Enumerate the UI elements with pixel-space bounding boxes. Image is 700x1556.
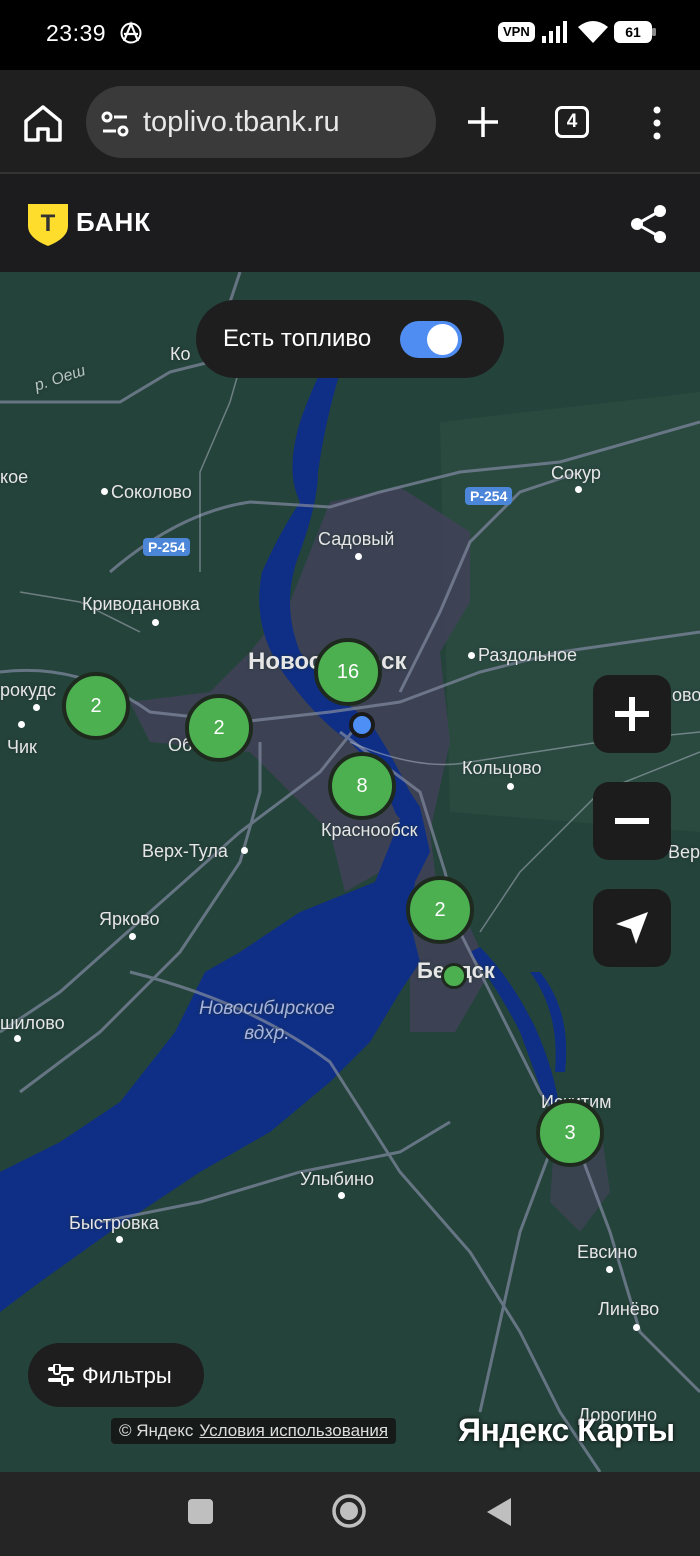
- place-label: Раздольное: [478, 645, 578, 665]
- logo-letter: Т: [41, 210, 56, 237]
- wifi-icon: [578, 21, 608, 43]
- map[interactable]: р. Оеш Ко кое Соколово Сокур Р-254 Р-254…: [0, 272, 700, 1472]
- copyright-text: © Яндекс: [119, 1421, 194, 1440]
- anarchy-notification-icon: [120, 21, 142, 44]
- place-label: рокудс: [0, 680, 57, 700]
- place-label: Соколово: [111, 482, 192, 502]
- place-label: Чик: [7, 737, 37, 757]
- fuel-toggle-label: Есть топливо: [223, 325, 372, 352]
- town-dot: [575, 486, 582, 493]
- terms-link[interactable]: Условия использования: [199, 1421, 388, 1440]
- place-label: Кольцово: [462, 758, 542, 778]
- place-label: Вер: [668, 842, 700, 862]
- place-label: Сокур: [551, 463, 601, 483]
- station-cluster[interactable]: 2: [62, 672, 130, 740]
- town-dot: [116, 1236, 123, 1243]
- station-marker[interactable]: [441, 963, 467, 989]
- url-text: toplivo.tbank.ru: [143, 106, 340, 138]
- status-bar: 23:39 VPN 61: [0, 0, 700, 70]
- plus-icon[interactable]: [466, 105, 500, 139]
- place-label: кое: [0, 467, 29, 487]
- station-cluster[interactable]: 3: [536, 1099, 604, 1167]
- town-dot: [633, 1324, 640, 1331]
- zoom-in-button[interactable]: [593, 675, 671, 753]
- road-badge: Р-254: [143, 538, 191, 556]
- town-dot: [14, 1035, 21, 1042]
- station-cluster[interactable]: 2: [185, 694, 253, 762]
- tab-switcher-button[interactable]: 4: [555, 106, 589, 138]
- navigation-arrow-icon: [616, 912, 648, 944]
- place-label: шилово: [0, 1013, 65, 1033]
- place-label: Криводановка: [82, 594, 200, 614]
- town-dot: [101, 488, 108, 495]
- vpn-badge: VPN: [498, 22, 535, 42]
- town-dot: [507, 783, 514, 790]
- place-label: Верх-Тула: [142, 841, 228, 861]
- place-label: Ярково: [99, 909, 160, 929]
- minus-icon: [615, 818, 649, 824]
- filters-label: Фильтры: [82, 1363, 172, 1388]
- sliders-icon: [48, 1364, 74, 1386]
- town-dot: [152, 619, 159, 626]
- town-dot: [606, 1266, 613, 1273]
- town-dot: [355, 553, 362, 560]
- brand-name[interactable]: БАНК: [76, 207, 151, 238]
- station-cluster[interactable]: 2: [406, 876, 474, 944]
- place-label: Краснообск: [321, 820, 418, 840]
- town-dot: [241, 847, 248, 854]
- site-header: Т БАНК: [0, 174, 700, 272]
- road-badge: Р-254: [465, 487, 513, 505]
- system-nav-bar: [0, 1472, 700, 1556]
- place-label: Быстровка: [69, 1213, 159, 1233]
- place-label: Евсино: [577, 1242, 638, 1262]
- home-icon[interactable]: [22, 103, 64, 143]
- map-base-layer: [0, 272, 700, 1472]
- recents-button[interactable]: [188, 1499, 213, 1524]
- place-label: ово: [672, 685, 700, 705]
- back-icon[interactable]: [485, 1496, 513, 1528]
- browser-toolbar: toplivo.tbank.ru 4: [0, 70, 700, 174]
- signal-icon: [542, 21, 567, 43]
- place-label: Садовый: [318, 529, 395, 549]
- town-dot: [129, 933, 136, 940]
- zoom-out-button[interactable]: [593, 782, 671, 860]
- map-attribution: © Яндекс Условия использования: [111, 1418, 397, 1444]
- yandex-maps-logo[interactable]: Яндекс Карты: [458, 1412, 675, 1449]
- status-time: 23:39: [46, 20, 107, 46]
- water-label: Новосибирское вдхр.: [199, 998, 335, 1044]
- town-dot: [33, 704, 40, 711]
- place-label: Улыбино: [300, 1169, 374, 1189]
- nav-home-icon[interactable]: [331, 1493, 367, 1529]
- town-dot: [18, 721, 25, 728]
- locate-me-button[interactable]: [593, 889, 671, 967]
- place-label: Ко: [170, 344, 191, 364]
- station-cluster[interactable]: 16: [314, 638, 382, 706]
- tune-icon[interactable]: [100, 110, 130, 138]
- town-dot: [338, 1192, 345, 1199]
- town-dot: [468, 652, 475, 659]
- more-vert-icon[interactable]: [646, 106, 668, 140]
- user-location-marker: [349, 712, 375, 738]
- place-label: Линёво: [598, 1299, 660, 1319]
- battery-level: 61: [625, 24, 641, 40]
- plus-icon: [615, 697, 649, 731]
- toggle-knob: [427, 324, 458, 355]
- share-icon[interactable]: [629, 204, 669, 244]
- tbank-logo-icon[interactable]: Т: [28, 204, 68, 246]
- station-cluster[interactable]: 8: [328, 752, 396, 820]
